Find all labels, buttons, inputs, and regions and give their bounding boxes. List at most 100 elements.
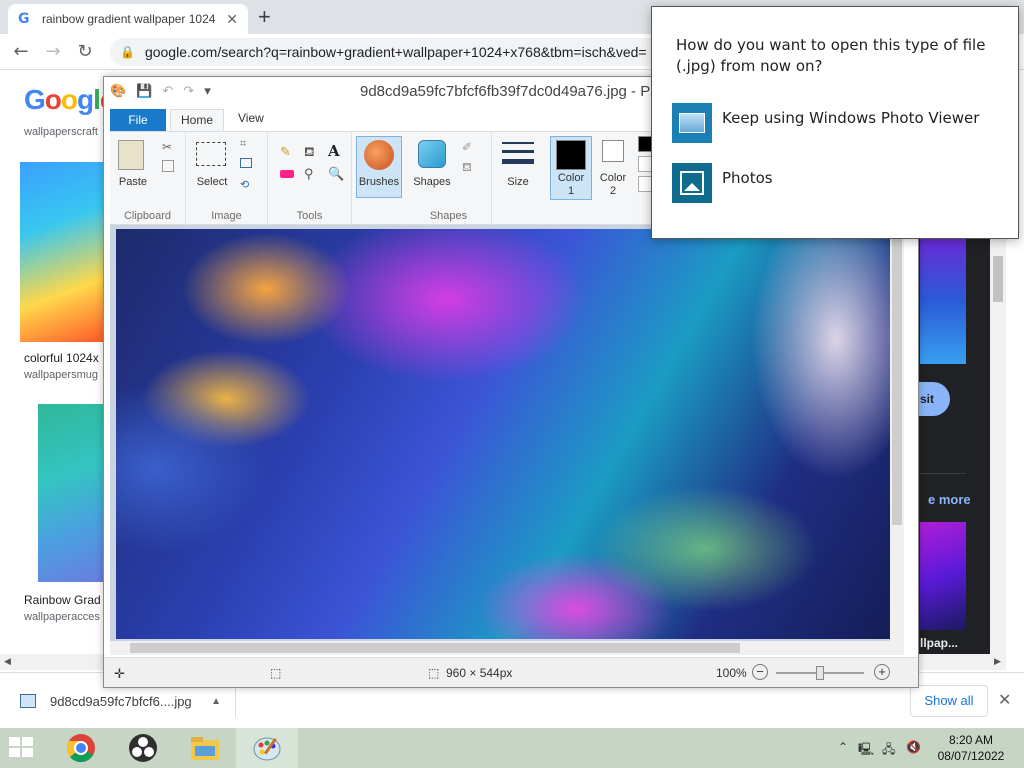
color2-swatch[interactable] xyxy=(602,140,624,162)
paste-icon[interactable] xyxy=(118,140,144,170)
eraser-icon[interactable] xyxy=(280,170,294,178)
result-thumbnail[interactable] xyxy=(38,404,104,582)
browser-tab[interactable]: G rainbow gradient wallpaper 1024 ✕ xyxy=(8,4,248,34)
result-source[interactable]: wallpapersmug xyxy=(24,369,98,381)
back-arrow-icon[interactable]: ← xyxy=(10,41,32,62)
scrollbar-thumb[interactable] xyxy=(892,235,902,525)
shapes-button[interactable]: Shapes xyxy=(410,176,454,188)
related-image[interactable] xyxy=(920,522,966,630)
image-dimensions: 960 × 544px xyxy=(446,666,513,680)
tab-home[interactable]: Home xyxy=(170,109,225,131)
canvas-vertical-scrollbar[interactable] xyxy=(890,225,904,641)
paint-palette-icon xyxy=(253,737,281,761)
result-caption[interactable]: Rainbow Grad xyxy=(24,593,101,607)
system-clock[interactable]: 8:20 AM 08/07/12022 xyxy=(936,732,1006,764)
fill-icon[interactable]: ⛾ xyxy=(462,160,472,176)
close-icon[interactable]: ✕ xyxy=(998,690,1011,710)
color1-label: Color 1 xyxy=(557,172,585,197)
option-photo-viewer[interactable]: Keep using Windows Photo Viewer xyxy=(672,103,1002,143)
scroll-right-arrow-icon[interactable]: ▶ xyxy=(994,656,1001,667)
undo-icon[interactable]: ↶ xyxy=(162,83,173,99)
size-button[interactable]: Size xyxy=(496,176,540,188)
network-error-icon[interactable]: 🖳 xyxy=(858,740,874,761)
image-group-label: Image xyxy=(211,210,242,222)
cursor-position-icon: ✛ xyxy=(114,666,125,681)
rotate-icon[interactable]: ⟲ xyxy=(240,178,249,191)
photo-viewer-icon xyxy=(672,103,712,143)
resize-icon[interactable] xyxy=(240,158,252,168)
paste-button[interactable]: Paste xyxy=(116,176,150,188)
download-item[interactable]: 9d8cd9a59fc7bfcf6....jpg ▲ xyxy=(10,685,236,717)
tab-view[interactable]: View xyxy=(238,111,264,125)
new-tab-button[interactable]: + xyxy=(258,6,271,28)
zoom-slider-knob[interactable] xyxy=(816,666,824,680)
obs-taskbar-button[interactable] xyxy=(112,728,174,768)
shapes-icon[interactable] xyxy=(418,140,446,168)
shapes-group-label: Shapes xyxy=(429,210,468,222)
tools-group-label: Tools xyxy=(296,210,323,222)
color-picker-icon[interactable]: ⚲ xyxy=(304,166,314,182)
forward-arrow-icon[interactable]: → xyxy=(42,41,64,62)
fill-bucket-icon[interactable]: ⛾ xyxy=(304,144,315,162)
page-vertical-scrollbar[interactable] xyxy=(990,238,1006,658)
copy-icon[interactable] xyxy=(162,160,174,172)
open-with-dialog: How do you want to open this type of fil… xyxy=(651,6,1019,239)
size-line-thin xyxy=(502,142,534,144)
crop-icon[interactable]: ⌗ xyxy=(240,138,246,151)
zoom-in-button[interactable]: + xyxy=(874,664,890,680)
scrollbar-thumb[interactable] xyxy=(130,643,740,653)
image-file-icon xyxy=(20,694,36,708)
address-bar[interactable]: 🔒 google.com/search?q=rainbow+gradient+w… xyxy=(110,38,710,66)
zoom-slider[interactable] xyxy=(776,666,864,680)
network-icon[interactable]: 🖧 xyxy=(882,740,895,761)
file-explorer-taskbar-button[interactable] xyxy=(174,728,236,768)
start-button[interactable] xyxy=(8,736,38,760)
paint-taskbar-button[interactable] xyxy=(236,728,298,768)
outline-icon[interactable]: ✐ xyxy=(462,140,472,154)
reload-icon[interactable]: ↻ xyxy=(74,41,96,62)
color2-label[interactable]: Color 2 xyxy=(594,172,632,198)
tab-close-icon[interactable]: ✕ xyxy=(226,11,238,28)
clipboard-group-label: Clipboard xyxy=(123,210,172,222)
result-source[interactable]: wallpaperacces xyxy=(24,611,100,623)
preview-image[interactable] xyxy=(920,238,966,364)
folder-icon xyxy=(191,737,219,760)
save-icon[interactable]: 💾 xyxy=(136,83,152,99)
image-canvas[interactable] xyxy=(116,229,898,639)
pencil-icon[interactable]: ✎ xyxy=(280,144,291,160)
canvas-area xyxy=(110,225,904,641)
scrollbar-thumb[interactable] xyxy=(993,256,1003,302)
volume-muted-icon[interactable]: 🔇 xyxy=(906,740,921,754)
result-caption[interactable]: colorful 1024x xyxy=(24,351,99,365)
google-favicon-icon: G xyxy=(18,11,30,27)
magnifier-icon[interactable]: 🔍 xyxy=(328,166,344,182)
related-image-caption[interactable]: llpap... xyxy=(920,636,958,650)
redo-icon[interactable]: ↷ xyxy=(183,83,194,99)
lock-icon[interactable]: 🔒 xyxy=(120,45,135,59)
chevron-up-icon[interactable]: ▲ xyxy=(211,696,221,707)
chrome-taskbar-button[interactable] xyxy=(50,728,112,768)
tab-title: rainbow gradient wallpaper 1024 xyxy=(42,12,216,26)
download-file-name: 9d8cd9a59fc7bfcf6....jpg xyxy=(50,693,192,709)
chrome-icon xyxy=(66,734,95,763)
canvas-horizontal-scrollbar[interactable] xyxy=(110,641,904,655)
file-menu[interactable]: File xyxy=(110,109,166,131)
customize-toolbar-icon[interactable]: ▾ xyxy=(204,83,211,99)
result-thumbnail[interactable] xyxy=(20,162,104,342)
clipboard-group: Paste ✂ Clipboard xyxy=(110,132,186,226)
paint-app-icon[interactable]: 🎨 xyxy=(110,83,126,99)
show-hidden-icons-icon[interactable]: ⌃ xyxy=(838,740,848,754)
cut-icon[interactable]: ✂ xyxy=(162,140,172,154)
see-more-link[interactable]: e more xyxy=(928,492,971,507)
option-label: Photos xyxy=(722,169,773,187)
select-button[interactable]: Select xyxy=(192,176,232,188)
scroll-left-arrow-icon[interactable]: ◀ xyxy=(4,656,11,667)
option-photos[interactable]: Photos xyxy=(672,163,1002,203)
google-logo[interactable]: Google xyxy=(24,84,115,116)
result-source[interactable]: wallpaperscraft xyxy=(24,126,98,138)
zoom-out-button[interactable]: − xyxy=(752,664,768,680)
select-icon[interactable] xyxy=(196,142,226,166)
show-all-button[interactable]: Show all xyxy=(910,685,988,717)
option-label: Keep using Windows Photo Viewer xyxy=(722,109,980,127)
text-tool-icon[interactable]: A xyxy=(328,142,340,160)
